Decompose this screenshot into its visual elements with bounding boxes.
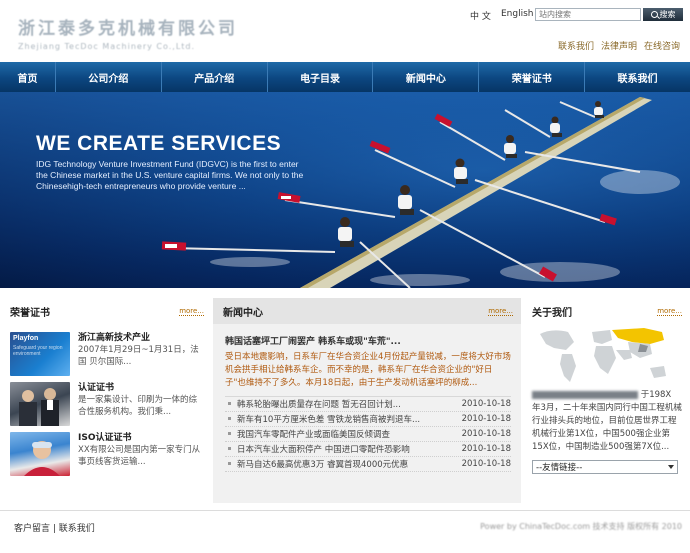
about-text-end: 于198X [640,390,672,400]
logo-english-name: Zhejiang TecDoc Machinery Co.,Ltd. [18,42,196,51]
honors-panel-header: 荣誉证书 more... [0,298,212,324]
nav-contact[interactable]: 联系我们 [585,62,690,92]
nav-honors[interactable]: 荣誉证书 [479,62,586,92]
news-date: 2010-10-18 [461,414,511,424]
cert-title[interactable]: 浙江高新技术产业 [78,332,204,344]
main-nav: 首页 公司介绍 产品介绍 电子目录 新闻中心 荣誉证书 联系我们 [0,62,690,92]
honors-list: Playfon Safeguard your region environmen… [0,324,212,480]
friend-links-selected: --友情链接-- [536,463,583,473]
nav-news[interactable]: 新闻中心 [373,62,480,92]
nav-company[interactable]: 公司介绍 [56,62,162,92]
friend-links-select[interactable]: --友情链接-- [532,460,678,474]
news-list: 韩系轮胎曝出质量存在问题 暂无召回计划... 2010-10-18 新车有10平方… [225,396,511,472]
list-item[interactable]: 认证证书 是一家集设计、印刷为一体的综合性服务机构。我们秉... [10,382,204,430]
news-date: 2010-10-18 [461,429,511,439]
lang-chinese-link[interactable]: 中 文 [470,9,491,22]
logo-chinese-name: 浙江泰多克机械有限公司 [18,19,238,39]
top-links: 联系我们 法律声明 在线咨询 [558,39,680,52]
list-item[interactable]: 日本汽车业大面积停产 中国进口零配件恐影响 2010-10-18 [225,442,511,457]
news-more-link[interactable]: more... [488,307,513,316]
list-item[interactable]: Playfon Safeguard your region environmen… [10,332,204,380]
about-panel-title: 关于我们 [532,307,572,319]
footer: 客户留言 | 联系我们 Power by ChinaTecDoc.com 技术支… [0,510,690,553]
cert-description: XX有限公司是国内第一家专门从事页线客货运输... [78,445,201,467]
list-item[interactable]: 我国汽车零配件产业或面临美国反倾调查 2010-10-18 [225,427,511,442]
search-button-label: 搜索 [659,10,676,19]
blurred-company-name [532,390,638,399]
cert-description: 2007年1月29日~1月31日，法国 贝尔国际... [78,345,199,367]
about-more-link[interactable]: more... [657,307,682,316]
thumbnail-brand: Playfon [13,335,39,342]
legal-link[interactable]: 法律声明 [601,39,637,52]
cert-thumbnail[interactable]: Playfon Safeguard your region environmen… [10,332,70,376]
footer-links[interactable]: 客户留言 | 联系我们 [14,521,95,534]
honors-more-link[interactable]: more... [179,307,204,316]
list-item[interactable]: ISO认证证书 XX有限公司是国内第一家专门从事页线客货运输... [10,432,204,480]
news-panel-header: 新闻中心 more... [213,298,521,324]
world-map-image [532,324,677,386]
search-input[interactable] [535,8,641,21]
cert-title[interactable]: 认证证书 [78,382,204,394]
honors-panel: 荣誉证书 more... Playfon Safeguard your regi… [0,298,212,503]
about-panel-header: 关于我们 more... [522,298,690,324]
cert-thumbnail[interactable] [10,382,70,426]
news-date: 2010-10-18 [461,399,511,409]
search-icon [650,11,658,18]
header: 浙江泰多克机械有限公司 Zhejiang TecDoc Machinery Co… [0,0,690,62]
honors-panel-title: 荣誉证书 [10,307,50,319]
featured-news-summary: 受日本地震影响，日系车厂在华合资企业4月份起产量锐减，一度将大好市场机会拱手相让… [225,352,511,388]
company-logo[interactable]: 浙江泰多克机械有限公司 Zhejiang TecDoc Machinery Co… [18,14,238,51]
news-panel: 新闻中心 more... 韩国话塞坪工厂闹罢产 韩系车或现"车荒"... 受日本… [213,298,521,503]
search-button[interactable]: 搜索 [643,8,683,21]
footer-copyright: Power by ChinaTecDoc.com 技术支持 版权所有 2010 [480,522,682,531]
banner-headline: WE CREATE SERVICES [36,132,282,155]
thumbnail-caption: Safeguard your region environment [13,345,63,357]
about-panel: 关于我们 more... 于198X 年3月，二十年来国内同行中国工程机械行业排… [522,298,690,503]
nav-products[interactable]: 产品介绍 [162,62,268,92]
news-date: 2010-10-18 [461,459,511,469]
contact-link[interactable]: 联系我们 [558,39,594,52]
business-people-image [19,388,59,426]
lang-english-link[interactable]: English [501,9,534,19]
featured-news-title[interactable]: 韩国话塞坪工厂闹罢产 韩系车或现"车荒"... [225,334,511,347]
nav-home[interactable]: 首页 [0,62,56,92]
news-title[interactable]: 新车有10平方厘米色差 雪铁龙销售商被判退车... [225,413,420,425]
person-photo-image [24,441,60,476]
news-title[interactable]: 新马自达6最高优惠3万 睿翼首现4000元优惠 [225,458,408,470]
about-text-body: 年3月，二十年来国内同行中国工程机械行业排头兵的地位，目前位居世界工程机械行业第… [532,403,682,452]
news-panel-title: 新闻中心 [223,307,263,319]
cert-thumbnail[interactable] [10,432,70,476]
about-description: 于198X 年3月，二十年来国内同行中国工程机械行业排头兵的地位，目前位居世界工… [532,389,682,454]
banner-description: IDG Technology Venture Investment Fund (… [36,159,304,191]
nav-catalog[interactable]: 电子目录 [268,62,374,92]
news-date: 2010-10-18 [461,444,511,454]
list-item[interactable]: 新车有10平方厘米色差 雪铁龙销售商被判退车... 2010-10-18 [225,412,511,427]
online-consult-link[interactable]: 在线咨询 [644,39,680,52]
news-title[interactable]: 韩系轮胎曝出质量存在问题 暂无召回计划... [225,398,401,410]
list-item[interactable]: 韩系轮胎曝出质量存在问题 暂无召回计划... 2010-10-18 [225,397,511,412]
chevron-down-icon [668,465,674,469]
cert-description: 是一家集设计、印刷为一体的综合性服务机构。我们秉... [78,395,198,417]
hero-banner[interactable]: WE CREATE SERVICES IDG Technology Ventur… [0,92,690,288]
news-title[interactable]: 我国汽车零配件产业或面临美国反倾调查 [225,428,390,440]
news-title[interactable]: 日本汽车业大面积停产 中国进口零配件恐影响 [225,443,410,455]
list-item[interactable]: 新马自达6最高优惠3万 睿翼首现4000元优惠 2010-10-18 [225,457,511,472]
cert-title[interactable]: ISO认证证书 [78,432,204,444]
